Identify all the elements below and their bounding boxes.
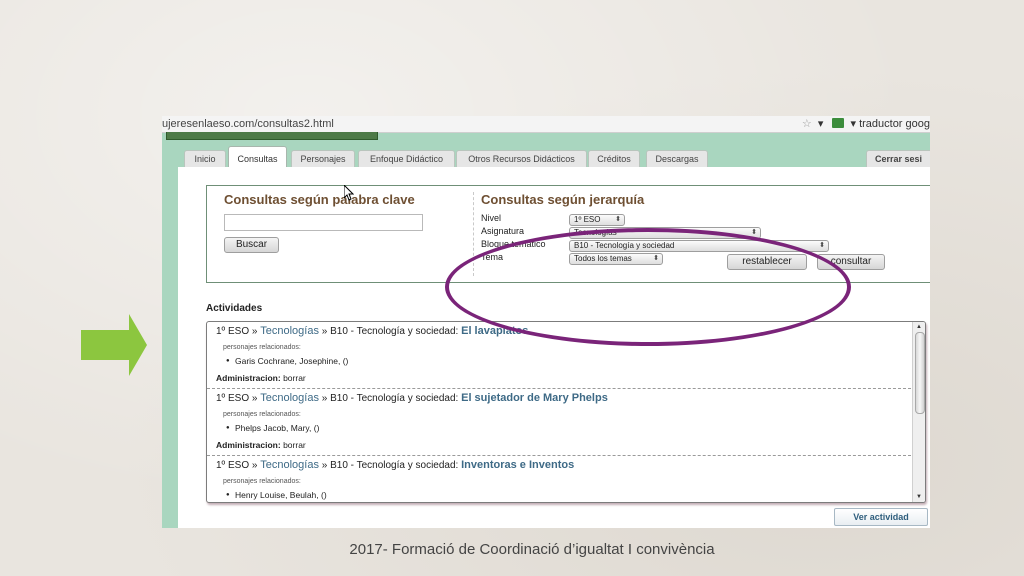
tab-creditos[interactable]: Créditos — [588, 150, 640, 167]
related-people-label: personajes relacionados: — [223, 411, 301, 418]
search-engine-text: traductor goog — [859, 118, 930, 130]
list-item: 1º ESO » Tecnologías » B10 - Tecnología … — [207, 322, 911, 389]
activity-heading: 1º ESO » Tecnologías » B10 - Tecnología … — [216, 459, 574, 471]
admin-row: Administracion: borrar — [216, 373, 306, 383]
select-arrow-icon: ⬍ — [653, 255, 659, 262]
activity-title-link[interactable]: El lavaplatos — [461, 325, 528, 337]
query-button[interactable]: consultar — [817, 254, 885, 270]
field-label-nivel: Nivel — [481, 213, 502, 223]
nivel-select[interactable]: 1º ESO ⬍ — [569, 214, 625, 226]
delete-link[interactable]: borrar — [283, 373, 306, 383]
keyword-input[interactable] — [224, 214, 423, 231]
search-button[interactable]: Buscar — [224, 237, 279, 253]
related-people-label: personajes relacionados: — [223, 478, 301, 485]
field-label-bloque: Bloque temático — [481, 239, 546, 249]
subject-link[interactable]: Tecnologías — [260, 392, 319, 404]
logout-tab[interactable]: Cerrar sesi — [866, 150, 930, 167]
tema-select-value: Todos los temas — [574, 254, 632, 263]
mouse-cursor-icon — [344, 185, 354, 201]
activities-list: 1º ESO » Tecnologías » B10 - Tecnología … — [206, 321, 926, 503]
browser-screenshot: ujeresenlaeso.com/consultas2.html ☆ ▾ ▾ … — [162, 116, 930, 528]
activities-title: Actividades — [206, 303, 263, 314]
keyword-search-title: Consultas según palabra clave — [224, 192, 415, 207]
related-person: Garis Cochrane, Josephine, () — [226, 356, 348, 367]
select-arrow-icon: ⬍ — [751, 229, 757, 236]
field-label-asignatura: Asignatura — [481, 226, 525, 236]
select-arrow-icon: ⬍ — [819, 242, 825, 249]
hierarchy-search-title: Consultas según jerarquía — [481, 192, 645, 207]
related-person: Phelps Jacob, Mary, () — [226, 423, 319, 434]
scroll-thumb[interactable] — [915, 332, 925, 414]
admin-label: Administracion: — [216, 373, 281, 383]
asignatura-select-value: Tecnologías — [574, 228, 617, 237]
google-translate-icon — [832, 118, 845, 129]
view-activity-button[interactable]: Ver actividad — [834, 508, 928, 526]
activity-title-link[interactable]: El sujetador de Mary Phelps — [461, 392, 608, 404]
breadcrumb-separator: » — [251, 393, 258, 404]
tab-descargas[interactable]: Descargas — [646, 150, 708, 167]
activity-block: B10 - Tecnología y sociedad: — [330, 460, 459, 471]
breadcrumb-separator: » — [321, 393, 328, 404]
site-banner — [166, 132, 378, 140]
scroll-down-icon[interactable]: ▼ — [913, 492, 925, 502]
reset-button[interactable]: restablecer — [727, 254, 807, 270]
subject-link[interactable]: Tecnologías — [260, 459, 319, 471]
green-arrow-icon — [81, 314, 147, 376]
slide-caption: 2017- Formació de Coordinació d’igualtat… — [349, 541, 715, 558]
activity-title-link[interactable]: Inventoras e Inventos — [461, 459, 574, 471]
panel-divider — [473, 192, 474, 276]
activity-block: B10 - Tecnología y sociedad: — [330, 326, 459, 337]
related-person: Henry Louise, Beulah, () — [226, 490, 327, 501]
breadcrumb-separator: » — [251, 460, 258, 471]
select-arrow-icon: ⬍ — [615, 216, 621, 223]
activity-heading: 1º ESO » Tecnologías » B10 - Tecnología … — [216, 392, 608, 404]
bloque-select-value: B10 - Tecnología y sociedad — [574, 241, 675, 250]
activity-block: B10 - Tecnología y sociedad: — [330, 393, 459, 404]
field-label-tema: Tema — [481, 252, 504, 262]
related-people-label: personajes relacionados: — [223, 344, 301, 351]
breadcrumb-separator: » — [321, 460, 328, 471]
url-dropdown-icon[interactable]: ▾ — [818, 118, 824, 130]
asignatura-select[interactable]: Tecnologías ⬍ — [569, 227, 761, 239]
list-scrollbar[interactable]: ▲ ▼ — [912, 322, 925, 502]
list-item: 1º ESO » Tecnologías » B10 - Tecnología … — [207, 456, 911, 502]
tab-enfoque-didactico[interactable]: Enfoque Didáctico — [358, 150, 455, 167]
activity-level: 1º ESO — [216, 393, 250, 404]
search-panel: Consultas según palabra clave Buscar Con… — [206, 185, 930, 283]
address-bar[interactable]: ujeresenlaeso.com/consultas2.html ☆ ▾ ▾ … — [162, 116, 930, 133]
activity-heading: 1º ESO » Tecnologías » B10 - Tecnología … — [216, 325, 528, 337]
search-box[interactable]: ☆ ▾ ▾ traductor goog — [802, 116, 930, 132]
tab-consultas[interactable]: Consultas — [228, 146, 287, 169]
admin-label: Administracion: — [216, 440, 281, 450]
activity-level: 1º ESO — [216, 460, 250, 471]
breadcrumb-separator: » — [321, 326, 328, 337]
breadcrumb-separator: » — [251, 326, 258, 337]
admin-row: Administracion: borrar — [216, 440, 306, 450]
nivel-select-value: 1º ESO — [574, 215, 601, 224]
tema-select[interactable]: Todos los temas ⬍ — [569, 253, 663, 265]
delete-link[interactable]: borrar — [283, 440, 306, 450]
subject-link[interactable]: Tecnologías — [260, 325, 319, 337]
scroll-up-icon[interactable]: ▲ — [913, 322, 925, 332]
activity-level: 1º ESO — [216, 326, 250, 337]
bookmark-star-icon[interactable]: ☆ — [802, 118, 812, 130]
search-dropdown-icon[interactable]: ▾ — [850, 118, 856, 130]
content-area: Consultas según palabra clave Buscar Con… — [178, 167, 930, 528]
tab-inicio[interactable]: Inicio — [184, 150, 226, 167]
bloque-select[interactable]: B10 - Tecnología y sociedad ⬍ — [569, 240, 829, 252]
url-text: ujeresenlaeso.com/consultas2.html — [162, 118, 334, 130]
tab-personajes[interactable]: Personajes — [291, 150, 355, 167]
list-item: 1º ESO » Tecnologías » B10 - Tecnología … — [207, 389, 911, 456]
tab-otros-recursos[interactable]: Otros Recursos Didácticos — [456, 150, 587, 167]
